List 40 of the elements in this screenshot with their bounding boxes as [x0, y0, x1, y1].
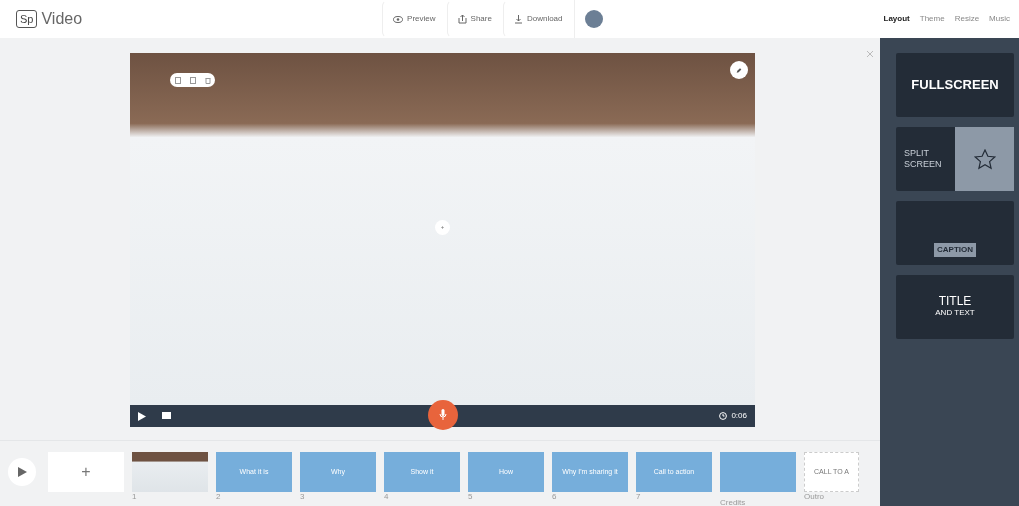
plus-icon	[441, 224, 444, 231]
slide-number: 7	[636, 492, 642, 502]
layout-card[interactable]: TITLE AND TEXT	[896, 275, 1014, 339]
slide-number: Credits	[720, 498, 747, 506]
play-button[interactable]	[8, 458, 36, 486]
layout-sublabel: AND TEXT	[935, 307, 975, 319]
panel-tab[interactable]: Layout	[878, 13, 915, 25]
layout-label: CAPTION	[934, 243, 976, 257]
slide-number: 2	[216, 492, 222, 502]
trash-icon[interactable]	[204, 76, 211, 84]
panel-tab[interactable]: Music	[984, 13, 1015, 25]
clip-toolbar[interactable]	[170, 73, 215, 87]
slide-number: 1	[132, 492, 138, 502]
layout-card[interactable]: SPLIT SCREEN	[896, 127, 1014, 191]
eye-icon	[393, 15, 404, 23]
slide-number: 3	[300, 492, 306, 502]
logo: Sp	[16, 10, 38, 28]
caption-icon[interactable]	[162, 412, 171, 420]
time-label: 0:06	[731, 410, 747, 422]
add-slide-button[interactable]: +	[48, 452, 124, 492]
layout-card[interactable]: CAPTION	[896, 201, 1014, 265]
layout-card[interactable]: FULLSCREEN	[896, 53, 1014, 117]
app-title: Video	[41, 9, 83, 29]
slide-number: Outro	[804, 492, 825, 502]
play-icon	[17, 467, 27, 477]
panel-tab[interactable]: Resize	[949, 13, 985, 25]
layout-label: SPLIT SCREEN	[904, 148, 943, 170]
microphone-icon	[439, 409, 447, 421]
clock-icon	[719, 412, 728, 420]
slide-number: 5	[468, 492, 474, 502]
star-icon	[973, 148, 996, 170]
avatar-icon[interactable]	[584, 10, 603, 28]
panel-tab[interactable]: Theme	[914, 13, 950, 25]
share-icon	[457, 14, 467, 24]
layout-label: TITLE	[938, 295, 972, 307]
slide-number: 4	[384, 492, 390, 502]
download-icon	[513, 14, 523, 24]
play-icon[interactable]	[138, 411, 146, 421]
slide-number: 6	[552, 492, 558, 502]
video-thumbnail[interactable]	[132, 452, 208, 492]
